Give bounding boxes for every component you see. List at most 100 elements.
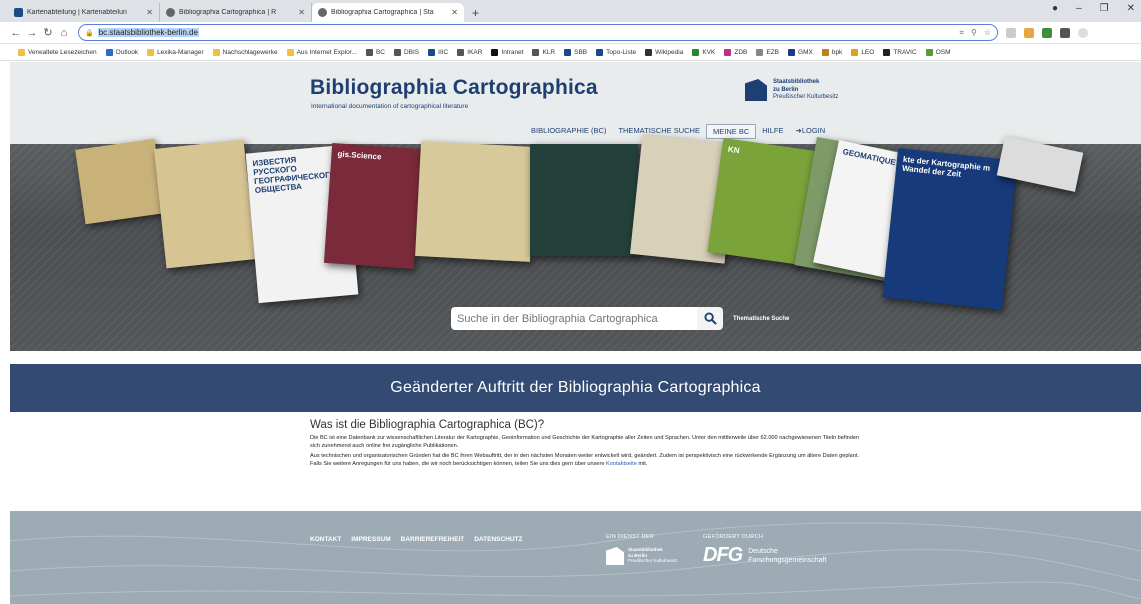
url-text[interactable]: bc.staatsbibliothek-berlin.de xyxy=(97,28,199,37)
bookmark-item[interactable]: ZDB xyxy=(724,48,747,56)
footer-link-barrierefreiheit[interactable]: BARRIEREFREIHEIT xyxy=(401,536,465,543)
bookmark-item[interactable]: TRAVIC xyxy=(883,48,917,56)
browser-tab[interactable]: Bibliographia Cartographica | R ✕ xyxy=(160,3,312,22)
sbb-logo[interactable]: Staatsbibliothek zu Berlin Preußischer K… xyxy=(745,79,838,102)
extensions xyxy=(1006,27,1088,38)
bookmark-icon xyxy=(365,48,373,56)
bookmark-item[interactable]: SBB xyxy=(564,48,587,56)
bookmark-icon xyxy=(821,48,829,56)
bookmark-label: DBIS xyxy=(403,48,420,56)
profile-icon[interactable]: ● xyxy=(1052,3,1058,14)
paragraph-text: Aus technischen und organisatorischen Gr… xyxy=(310,453,860,459)
forward-icon[interactable]: → xyxy=(24,27,40,39)
bookmark-label: Nachschlagewerke xyxy=(222,48,278,56)
bookmark-icon xyxy=(596,48,604,56)
contact-page-link[interactable]: Kontaktseite xyxy=(606,461,637,467)
nav-bibliographie[interactable]: BIBLIOGRAPHIE (BC) xyxy=(525,124,612,139)
new-tab-button[interactable]: + xyxy=(464,3,487,22)
close-tab-icon[interactable]: ✕ xyxy=(146,8,153,17)
bookmark-item[interactable]: Nachschlagewerke xyxy=(212,48,278,56)
bookmark-label: OSM xyxy=(935,48,951,56)
announcement-banner: Geänderter Auftritt der Bibliographia Ca… xyxy=(10,364,1141,412)
paragraph-text: Falls Sie weitere Anregungen für uns hab… xyxy=(310,461,607,467)
dfg-text: Deutsche Forschungsgemeinschaft xyxy=(748,547,826,565)
maximize-icon[interactable]: ❐ xyxy=(1100,3,1109,14)
bookmark-item[interactable]: Intranet xyxy=(491,48,523,56)
bookmark-item[interactable]: EZB xyxy=(756,48,780,56)
site-subtitle: International documentation of cartograp… xyxy=(311,103,469,110)
bookmark-item[interactable]: BC xyxy=(365,48,385,56)
search-input[interactable] xyxy=(451,307,697,330)
site-title[interactable]: Bibliographia Cartographica xyxy=(310,76,598,100)
reload-icon[interactable]: ↻ xyxy=(40,26,56,39)
logo-line: Staatsbibliothek xyxy=(773,79,820,85)
bookmark-label: EZB xyxy=(766,48,780,56)
zoom-icon[interactable]: ⚲ xyxy=(971,28,977,38)
tab-title: Kartenabteilung | Kartenabteilun xyxy=(27,9,127,16)
address-toolbar: ← → ↻ ⌂ 🔒 bc.staatsbibliothek-berlin.de … xyxy=(0,22,1141,44)
browser-tab[interactable]: Kartenabteilung | Kartenabteilun ✕ xyxy=(8,3,160,22)
bookmark-label: BC xyxy=(375,48,385,56)
footer-link-impressum[interactable]: IMPRESSUM xyxy=(351,536,390,543)
nav-hilfe[interactable]: HILFE xyxy=(756,124,789,139)
dfg-line: Forschungsgemeinschaft xyxy=(748,556,827,564)
nav-login[interactable]: ➜LOGIN xyxy=(790,124,832,139)
address-bar[interactable]: 🔒 bc.staatsbibliothek-berlin.de ⌗ ⚲ ☆ xyxy=(78,24,998,41)
logo-line: Staatsbibliothek xyxy=(628,547,663,552)
footer-sbb-logo[interactable]: Staatsbibliothek zu Berlin Preußischer K… xyxy=(606,547,677,565)
intro-paragraph: Aus technischen und organisatorischen Gr… xyxy=(310,452,870,468)
puzzle-icon[interactable] xyxy=(1060,27,1070,38)
extension-icon[interactable] xyxy=(1024,27,1034,38)
minimize-icon[interactable]: – xyxy=(1076,3,1082,14)
translate-icon[interactable]: ⌗ xyxy=(959,28,964,38)
star-icon[interactable]: ☆ xyxy=(984,28,991,38)
back-icon[interactable]: ← xyxy=(8,27,24,39)
bookmark-item[interactable]: Lexika-Manager xyxy=(147,48,204,56)
bookmark-item[interactable]: OSM xyxy=(925,48,951,56)
bookmark-item[interactable]: Topo-Liste xyxy=(596,48,637,56)
bookmark-item[interactable]: KVK xyxy=(692,48,715,56)
extension-icon[interactable] xyxy=(1006,27,1016,38)
site-footer: KONTAKT IMPRESSUM BARRIEREFREIHEIT DATEN… xyxy=(10,511,1141,604)
sbb-logo-icon xyxy=(745,79,767,101)
bookmark-item[interactable]: IIIC xyxy=(428,48,448,56)
bookmark-icon xyxy=(692,48,700,56)
bookmark-item[interactable]: bpk xyxy=(821,48,843,56)
bookmark-item[interactable]: KLR xyxy=(532,48,555,56)
extension-icon[interactable] xyxy=(1042,27,1052,38)
avatar[interactable] xyxy=(1078,27,1088,38)
nav-meine-bc[interactable]: MEINE BC xyxy=(705,124,757,139)
bookmark-label: Topo-Liste xyxy=(606,48,637,56)
bookmark-item[interactable]: Verwaltete Lesezeichen xyxy=(18,48,97,56)
thematic-search-link[interactable]: Thematische Suche xyxy=(733,316,789,322)
bookmark-label: Outlook xyxy=(115,48,139,56)
favicon-icon xyxy=(318,8,327,17)
browser-tab-active[interactable]: Bibliographia Cartographica | Sta ✕ xyxy=(312,3,464,22)
footer-link-kontakt[interactable]: KONTAKT xyxy=(310,536,341,543)
bookmark-icon xyxy=(491,48,499,56)
home-icon[interactable]: ⌂ xyxy=(56,27,72,39)
close-window-icon[interactable]: ✕ xyxy=(1127,3,1135,14)
bookmark-item[interactable]: GMX xyxy=(788,48,813,56)
tab-title: Bibliographia Cartographica | R xyxy=(179,9,277,16)
close-tab-icon[interactable]: ✕ xyxy=(451,8,458,17)
bookmark-icon xyxy=(18,48,25,56)
sbb-logo-text: Staatsbibliothek zu Berlin Preußischer K… xyxy=(773,79,838,102)
lock-icon: 🔒 xyxy=(85,29,94,37)
journal-cover xyxy=(75,138,165,225)
bookmark-icon xyxy=(393,48,401,56)
search-button[interactable] xyxy=(697,307,723,330)
footer-link-datenschutz[interactable]: DATENSCHUTZ xyxy=(474,536,522,543)
search-form: Thematische Suche xyxy=(451,307,789,330)
bookmark-item[interactable]: Aus Internet Explor... xyxy=(286,48,357,56)
dfg-logo[interactable]: DFG Deutsche Forschungsgemeinschaft xyxy=(703,544,826,567)
bookmark-label: LEO xyxy=(861,48,875,56)
bookmark-item[interactable]: DBIS xyxy=(393,48,420,56)
bookmark-item[interactable]: Outlook xyxy=(105,48,139,56)
bookmarks-bar: Verwaltete Lesezeichen Outlook Lexika-Mana… xyxy=(0,44,1141,61)
close-tab-icon[interactable]: ✕ xyxy=(298,8,305,17)
bookmark-item[interactable]: LEO xyxy=(851,48,875,56)
bookmark-label: bpk xyxy=(831,48,843,56)
bookmark-item[interactable]: Wikipedia xyxy=(645,48,683,56)
bookmark-item[interactable]: IKAR xyxy=(457,48,482,56)
